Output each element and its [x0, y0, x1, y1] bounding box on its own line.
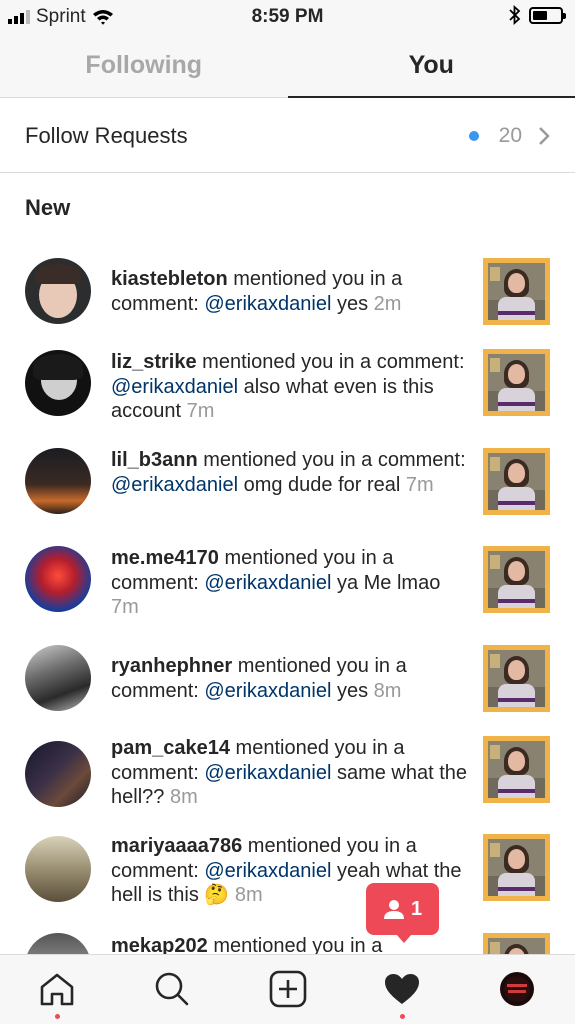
mention-link[interactable]: @erikaxdaniel — [204, 293, 331, 315]
popup-count: 1 — [410, 897, 423, 920]
avatar[interactable] — [25, 836, 91, 902]
activity-tabs: Following You — [0, 34, 575, 98]
avatar[interactable] — [25, 546, 91, 612]
mention-link[interactable]: @erikaxdaniel — [204, 572, 331, 594]
timestamp: 8m — [169, 786, 198, 808]
unread-dot — [468, 130, 479, 141]
timestamp: 7m — [111, 596, 139, 618]
bluetooth-icon — [509, 5, 521, 25]
heart-icon — [385, 974, 419, 1004]
username-link[interactable]: kiastebleton — [111, 268, 228, 290]
mention-link[interactable]: @erikaxdaniel — [111, 474, 238, 496]
avatar[interactable] — [25, 258, 91, 324]
timestamp: 7m — [186, 400, 215, 422]
timestamp: 8m — [373, 679, 402, 702]
username-link[interactable]: lil_b3ann — [111, 449, 198, 471]
timestamp: 7m — [405, 473, 434, 496]
follow-requests-count: 20 — [498, 123, 522, 147]
username-link[interactable]: pam_cake14 — [111, 737, 230, 759]
post-thumbnail[interactable] — [483, 736, 550, 803]
add-post-icon — [269, 970, 307, 1008]
avatar[interactable] — [25, 741, 91, 807]
profile-avatar — [500, 972, 534, 1006]
home-icon — [40, 973, 74, 1006]
home-unread-dot — [55, 1014, 60, 1019]
username-link[interactable]: mariyaaaa786 — [111, 835, 242, 857]
mention-link[interactable]: @erikaxdaniel — [111, 376, 238, 398]
notification-text: liz_strike mentioned you in a comment: @… — [111, 351, 465, 422]
mention-link[interactable]: @erikaxdaniel — [204, 680, 331, 702]
notification-text: pam_cake14 mentioned you in a comment: @… — [111, 737, 468, 808]
new-followers-popup[interactable]: 1 — [366, 883, 439, 943]
activity-unread-dot — [400, 1014, 405, 1019]
avatar[interactable] — [25, 350, 91, 416]
tab-following[interactable]: Following — [0, 34, 288, 97]
tab-you[interactable]: You — [287, 34, 575, 98]
battery-icon — [529, 6, 566, 24]
person-icon — [383, 900, 404, 919]
post-thumbnail[interactable] — [483, 349, 550, 416]
timestamp: 2m — [373, 292, 402, 315]
notification-text: me.me4170 mentioned you in a comment: @e… — [111, 547, 441, 618]
avatar[interactable] — [25, 645, 91, 711]
username-link[interactable]: ryanhephner — [111, 655, 232, 677]
post-thumbnail[interactable] — [483, 258, 550, 325]
mention-link[interactable]: @erikaxdaniel — [204, 762, 331, 784]
post-thumbnail[interactable] — [483, 645, 550, 712]
search-icon — [155, 972, 189, 1006]
tab-activity[interactable] — [382, 969, 422, 1009]
notification-text: kiastebleton mentioned you in a comment:… — [111, 268, 403, 315]
notification-text: lil_b3ann mentioned you in a comment: @e… — [111, 449, 466, 496]
status-bar: Sprint 8:59 PM — [0, 0, 575, 34]
tab-profile[interactable] — [497, 969, 537, 1009]
tab-home[interactable] — [37, 969, 77, 1009]
post-thumbnail[interactable] — [483, 834, 550, 901]
follow-requests-row[interactable]: Follow Requests 20 — [0, 99, 575, 173]
avatar[interactable] — [25, 448, 91, 514]
post-thumbnail[interactable] — [483, 546, 550, 613]
notification-text: ryanhephner mentioned you in a comment: … — [111, 655, 407, 702]
bottom-tab-bar — [0, 954, 575, 1024]
post-thumbnail[interactable] — [483, 448, 550, 515]
follow-requests-label: Follow Requests — [25, 122, 188, 148]
section-title: New — [25, 195, 71, 220]
mention-link[interactable]: @erikaxdaniel — [204, 860, 331, 882]
timestamp: 8m — [234, 884, 263, 906]
chevron-right-icon — [538, 126, 550, 146]
tab-add-post[interactable] — [268, 969, 308, 1009]
tab-search[interactable] — [152, 969, 192, 1009]
clock: 8:59 PM — [251, 6, 324, 27]
username-link[interactable]: me.me4170 — [111, 547, 219, 569]
username-link[interactable]: liz_strike — [111, 351, 197, 373]
